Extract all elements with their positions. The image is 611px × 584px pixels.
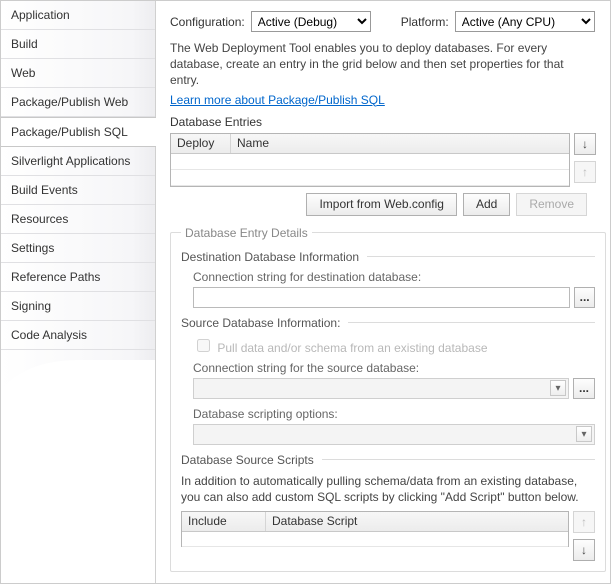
content-pane: Configuration: Active (Debug) Platform: … bbox=[156, 1, 610, 583]
dest-conn-browse-button[interactable]: ... bbox=[574, 287, 595, 308]
sidebar-item-code-analysis[interactable]: Code Analysis bbox=[1, 321, 155, 350]
src-conn-label: Connection string for the source databas… bbox=[193, 361, 595, 375]
sidebar-item-package-publish-sql[interactable]: Package/Publish SQL bbox=[1, 117, 156, 147]
script-move-down-button[interactable]: ↓ bbox=[573, 539, 595, 561]
db-scripts-desc: In addition to automatically pulling sch… bbox=[181, 473, 595, 505]
project-properties-window: Application Build Web Package/Publish We… bbox=[0, 0, 611, 584]
db-entries-header: Deploy Name bbox=[171, 134, 569, 154]
arrow-up-icon: ↑ bbox=[582, 165, 588, 179]
col-db-script[interactable]: Database Script bbox=[266, 512, 568, 531]
db-entry-details-legend: Database Entry Details bbox=[181, 226, 312, 240]
db-entries-grid[interactable]: Deploy Name bbox=[170, 133, 570, 187]
script-opts-label: Database scripting options: bbox=[193, 407, 595, 421]
sidebar-spacer bbox=[1, 350, 155, 583]
db-entry-details-group: Database Entry Details Destination Datab… bbox=[170, 226, 606, 572]
arrow-down-icon: ↓ bbox=[582, 137, 588, 151]
chevron-down-icon: ▾ bbox=[576, 426, 592, 442]
src-db-subhead: Source Database Information: bbox=[181, 316, 595, 330]
pull-data-checkbox bbox=[197, 339, 210, 352]
property-tabs-sidebar: Application Build Web Package/Publish We… bbox=[1, 1, 156, 583]
dest-db-subhead: Destination Database Information bbox=[181, 250, 595, 264]
script-move-up-button: ↑ bbox=[573, 511, 595, 533]
move-down-button[interactable]: ↓ bbox=[574, 133, 596, 155]
sidebar-item-signing[interactable]: Signing bbox=[1, 292, 155, 321]
sidebar-item-build[interactable]: Build bbox=[1, 30, 155, 59]
add-entry-button[interactable]: Add bbox=[463, 193, 510, 216]
src-conn-browse-button[interactable]: ... bbox=[573, 378, 595, 399]
col-include[interactable]: Include bbox=[182, 512, 266, 531]
sidebar-item-build-events[interactable]: Build Events bbox=[1, 176, 155, 205]
arrow-up-icon: ↑ bbox=[581, 515, 587, 529]
col-name[interactable]: Name bbox=[231, 134, 569, 153]
db-scripts-grid[interactable]: Include Database Script bbox=[181, 511, 569, 547]
sidebar-item-reference-paths[interactable]: Reference Paths bbox=[1, 263, 155, 292]
move-up-button[interactable]: ↑ bbox=[574, 161, 596, 183]
table-row[interactable] bbox=[171, 170, 569, 186]
src-conn-combo[interactable]: ▾ bbox=[193, 378, 569, 399]
table-row[interactable] bbox=[171, 154, 569, 170]
import-webconfig-button[interactable]: Import from Web.config bbox=[306, 193, 457, 216]
col-deploy[interactable]: Deploy bbox=[171, 134, 231, 153]
db-entries-title: Database Entries bbox=[170, 115, 596, 129]
arrow-down-icon: ↓ bbox=[581, 543, 587, 557]
chevron-down-icon: ▾ bbox=[550, 380, 566, 396]
db-scripts-header: Include Database Script bbox=[182, 512, 568, 532]
dest-conn-input[interactable] bbox=[193, 287, 570, 308]
script-opts-combo[interactable]: ▾ bbox=[193, 424, 595, 445]
sidebar-item-settings[interactable]: Settings bbox=[1, 234, 155, 263]
sidebar-item-web[interactable]: Web bbox=[1, 59, 155, 88]
remove-entry-button: Remove bbox=[516, 193, 587, 216]
config-row: Configuration: Active (Debug) Platform: … bbox=[170, 11, 596, 32]
sidebar-item-package-publish-web[interactable]: Package/Publish Web bbox=[1, 88, 155, 117]
platform-select[interactable]: Active (Any CPU) bbox=[455, 11, 595, 32]
table-row[interactable] bbox=[182, 532, 568, 547]
platform-label: Platform: bbox=[401, 15, 449, 29]
pull-data-checkbox-label: Pull data and/or schema from an existing… bbox=[193, 341, 488, 355]
db-entries-rows bbox=[171, 154, 569, 186]
configuration-select[interactable]: Active (Debug) bbox=[251, 11, 371, 32]
learn-more-link[interactable]: Learn more about Package/Publish SQL bbox=[170, 93, 385, 107]
intro-text: The Web Deployment Tool enables you to d… bbox=[170, 40, 596, 89]
sidebar-item-application[interactable]: Application bbox=[1, 1, 155, 30]
dest-conn-label: Connection string for destination databa… bbox=[193, 270, 595, 284]
sidebar-item-resources[interactable]: Resources bbox=[1, 205, 155, 234]
sidebar-item-silverlight[interactable]: Silverlight Applications bbox=[1, 147, 155, 176]
db-scripts-subhead: Database Source Scripts bbox=[181, 453, 595, 467]
configuration-label: Configuration: bbox=[170, 15, 245, 29]
